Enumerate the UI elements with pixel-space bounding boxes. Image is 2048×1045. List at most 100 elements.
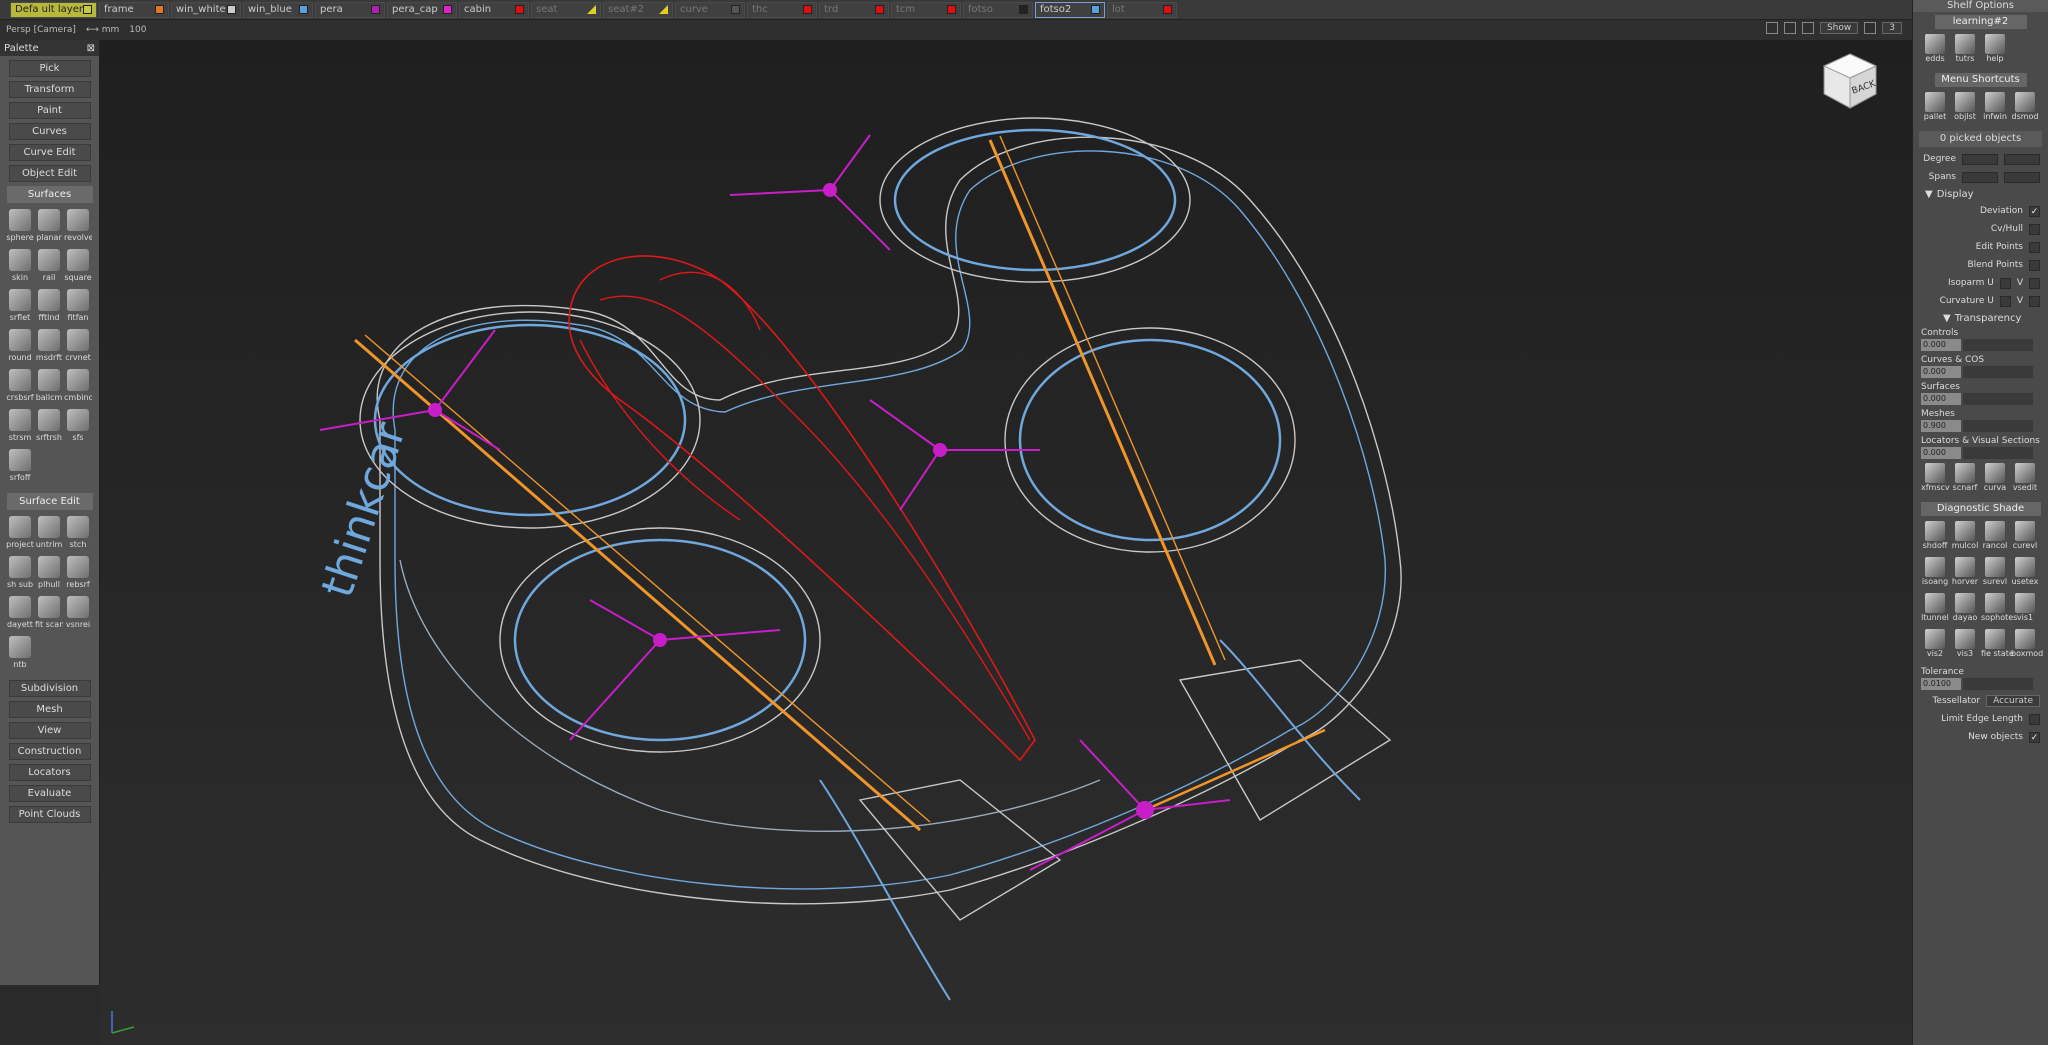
surface-edit-section[interactable]: Surface Edit	[6, 493, 93, 510]
layer-color-swatch[interactable]	[226, 5, 236, 14]
surface-tool-cmbind[interactable]: cmbind	[64, 369, 92, 407]
layer-color-swatch[interactable]	[298, 5, 308, 14]
transparency-slider[interactable]	[1963, 420, 2033, 432]
spans-field-2[interactable]	[2004, 171, 2040, 183]
palette-menu-point-clouds[interactable]: Point Clouds	[8, 806, 91, 823]
layer-color-swatch[interactable]	[946, 5, 956, 14]
surface-tool-ballcm[interactable]: ballcm	[35, 369, 63, 407]
display-option-extra-checkbox[interactable]	[2029, 295, 2040, 307]
layer-13[interactable]: fotso	[962, 1, 1033, 18]
shelf-tool-usetex[interactable]: usetex	[2011, 557, 2039, 591]
palette-menu-transform[interactable]: Transform	[8, 81, 91, 98]
layer-9[interactable]: curve	[674, 1, 745, 18]
diagnostic-shade-tab[interactable]: Diagnostic Shade	[1920, 502, 2041, 516]
surface-edit-tool-vsnrei[interactable]: vsnrei	[64, 596, 92, 634]
palette-menu-curves[interactable]: Curves	[8, 123, 91, 140]
layer-7[interactable]: seat	[530, 1, 601, 18]
transparency-slider[interactable]	[1963, 339, 2033, 351]
shelf-tool-vsedit[interactable]: vsedit	[2011, 463, 2039, 497]
shelf-tool-dsmod[interactable]: dsmod	[2011, 92, 2039, 126]
picked-objects-label[interactable]: 0 picked objects	[1919, 131, 2042, 147]
palette-menu-curve-edit[interactable]: Curve Edit	[8, 144, 91, 161]
degree-field-2[interactable]	[2004, 153, 2040, 165]
display-option-checkbox[interactable]	[2029, 223, 2040, 235]
transparency-field[interactable]: 0.000	[1921, 366, 1961, 378]
display-option-checkbox[interactable]	[1999, 277, 2011, 289]
new-objects-checkbox[interactable]: ✓	[2029, 731, 2040, 743]
limit-edge-checkbox[interactable]	[2029, 713, 2040, 725]
perspective-viewport[interactable]: thinkcar BACK	[100, 40, 1912, 1045]
surface-tool-srftrsh[interactable]: srftrsh	[35, 409, 63, 447]
shelf-tool-surevl[interactable]: surevl	[1981, 557, 2009, 591]
transparency-slider[interactable]	[1963, 447, 2033, 459]
surface-tool-rail[interactable]: rail	[35, 249, 63, 287]
shelf-tool-pallet[interactable]: pallet	[1921, 92, 1949, 126]
surface-tool-sphere[interactable]: sphere	[6, 209, 34, 247]
shelf-tool-fie-state[interactable]: fie state	[1981, 629, 2014, 663]
transparency-slider[interactable]	[1963, 393, 2033, 405]
transparency-field[interactable]: 0.000	[1921, 447, 1961, 459]
surface-tool-square[interactable]: square	[64, 249, 92, 287]
shelf-tool-xfmscv[interactable]: xfmscv	[1921, 463, 1950, 497]
surface-tool-round[interactable]: round	[6, 329, 34, 367]
view-number[interactable]: 3	[1882, 22, 1902, 34]
shelf-tab-learning[interactable]: learning#2	[1934, 15, 2027, 29]
shelf-tool-tutrs[interactable]: tutrs	[1951, 34, 1979, 68]
degree-field[interactable]	[1962, 153, 1998, 165]
camera-label[interactable]: Persp [Camera]	[6, 25, 76, 35]
palette-menu-locators[interactable]: Locators	[8, 764, 91, 781]
shelf-tool-mulcol[interactable]: mulcol	[1951, 521, 1979, 555]
display-option-checkbox[interactable]	[2029, 259, 2040, 271]
layer-color-swatch[interactable]	[442, 5, 452, 14]
layer-color-swatch[interactable]	[82, 5, 92, 14]
layer-14[interactable]: fotso2	[1034, 1, 1105, 18]
shelf-tool-objlst[interactable]: objlst	[1951, 92, 1979, 126]
surface-tool-fftlnd[interactable]: fftlnd	[35, 289, 63, 327]
surface-tool-planar[interactable]: planar	[35, 209, 63, 247]
layer-15[interactable]: lot	[1106, 1, 1177, 18]
shelf-tool-horver[interactable]: horver	[1951, 557, 1979, 591]
surface-edit-tool-sh-sub[interactable]: sh sub	[6, 556, 34, 594]
surface-tool-sfs[interactable]: sfs	[64, 409, 92, 447]
shade-icon[interactable]	[1801, 22, 1814, 34]
layer-3[interactable]: win_blue	[242, 1, 313, 18]
palette-menu-paint[interactable]: Paint	[8, 102, 91, 119]
surface-tool-crvnet[interactable]: crvnet	[64, 329, 92, 367]
surfaces-section[interactable]: Surfaces	[6, 186, 93, 203]
transparency-group[interactable]: ▼ Transparency	[1913, 310, 2048, 326]
palette-menu-pick[interactable]: Pick	[8, 60, 91, 77]
layer-11[interactable]: trd	[818, 1, 889, 18]
palette-menu-evaluate[interactable]: Evaluate	[8, 785, 91, 802]
surface-edit-tool-project[interactable]: project	[6, 516, 34, 554]
shelf-tool-scnarf[interactable]: scnarf	[1951, 463, 1979, 497]
transparency-field[interactable]: 0.900	[1921, 420, 1961, 432]
transparency-slider[interactable]	[1963, 366, 2033, 378]
shelf-tool-dayao[interactable]: dayao	[1951, 593, 1979, 627]
surface-tool-skin[interactable]: skin	[6, 249, 34, 287]
surface-tool-strsm[interactable]: strsm	[6, 409, 34, 447]
view-cube[interactable]: BACK	[1818, 50, 1882, 114]
layer-color-swatch[interactable]	[514, 5, 524, 14]
display-group[interactable]: ▼ Display	[1913, 186, 2048, 202]
layer-5[interactable]: pera_cap	[386, 1, 457, 18]
layer-color-swatch[interactable]	[1090, 5, 1100, 14]
grid-icon[interactable]	[1783, 22, 1796, 34]
surface-tool-srflet[interactable]: srflet	[6, 289, 34, 327]
shelf-tool-sophotes[interactable]: sophotes	[1981, 593, 2017, 627]
surface-tool-msdrft[interactable]: msdrft	[35, 329, 63, 367]
display-option-checkbox[interactable]	[2029, 241, 2040, 253]
show-button[interactable]: Show	[1819, 22, 1859, 34]
transparency-field[interactable]: 0.000	[1921, 393, 1961, 405]
layer-1[interactable]: frame	[98, 1, 169, 18]
layer-color-swatch[interactable]	[730, 5, 740, 14]
shelf-tool-vis1[interactable]: vis1	[2011, 593, 2039, 627]
shelf-options-title[interactable]: Shelf Options	[1913, 0, 2048, 12]
shelf-tool-vis3[interactable]: vis3	[1951, 629, 1979, 663]
surface-tool-crsbsrf[interactable]: crsbsrf	[6, 369, 34, 407]
layer-color-swatch[interactable]	[874, 5, 884, 14]
surface-edit-tool-stch[interactable]: stch	[64, 516, 92, 554]
spans-field[interactable]	[1962, 171, 1998, 183]
surface-edit-tool-fit-scan[interactable]: fit scan	[35, 596, 63, 634]
display-option-extra-checkbox[interactable]	[2029, 277, 2040, 289]
surface-edit-tool-untrim[interactable]: untrim	[35, 516, 63, 554]
